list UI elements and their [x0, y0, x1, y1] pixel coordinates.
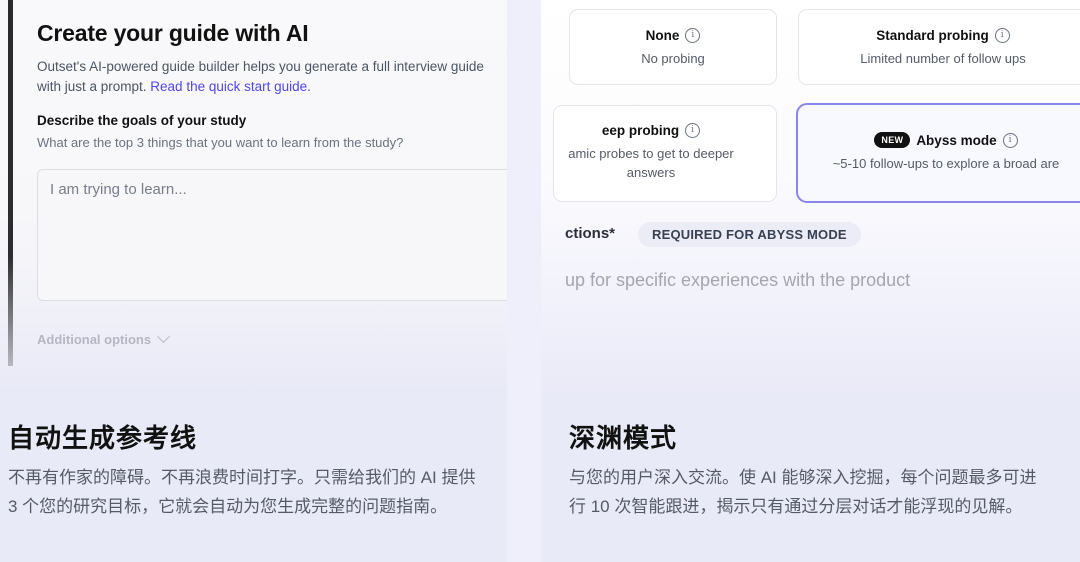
goals-placeholder: I am trying to learn...: [50, 181, 187, 198]
guide-builder-screenshot: Create your guide with AI Outset's AI-po…: [0, 0, 507, 394]
option-title: None: [645, 28, 680, 43]
chevron-down-icon: [157, 330, 170, 344]
probing-options-screenshot: None i No probing Standard probing i Limit…: [541, 0, 1080, 394]
goals-subheading: What are the top 3 things that you want …: [37, 135, 404, 150]
option-title: Abyss mode: [916, 132, 997, 148]
feature-description: 不再有作家的障碍。不再浪费时间打字。只需给我们的 AI 提供 3 个您的研究目标…: [8, 468, 476, 516]
instructions-input[interactable]: up for specific experiences with the pro…: [565, 270, 910, 291]
option-subtitle: ~5-10 follow-ups to explore a broad are: [832, 156, 1060, 171]
accent-bar: [8, 0, 13, 366]
goals-heading: Describe the goals of your study: [37, 113, 247, 128]
additional-options-label: Additional options: [37, 332, 152, 347]
info-icon[interactable]: i: [685, 123, 701, 138]
info-icon[interactable]: i: [994, 28, 1010, 43]
goals-textarea[interactable]: I am trying to learn...: [37, 169, 507, 301]
feature-title: 自动生成参考线: [8, 423, 198, 453]
info-icon[interactable]: i: [685, 28, 701, 43]
guide-description: Outset's AI-powered guide builder helps …: [37, 57, 507, 97]
feature-card-abyss-mode: None i No probing Standard probing i Limit…: [541, 0, 1080, 562]
option-subtitle: No probing: [641, 51, 705, 66]
option-subtitle: amic probes to get to deeper answers: [568, 146, 734, 180]
probing-option-standard[interactable]: Standard probing i Limited number of foll…: [798, 9, 1080, 85]
probing-option-deep[interactable]: eep probing i amic probes to get to deepe…: [553, 105, 777, 202]
required-badge: REQUIRED FOR ABYSS MODE: [638, 222, 861, 247]
probing-option-none[interactable]: None i No probing: [569, 9, 777, 85]
option-title: Standard probing: [876, 28, 989, 43]
option-title: eep probing: [601, 123, 680, 138]
new-badge: NEW: [874, 132, 911, 148]
option-subtitle: Limited number of follow ups: [860, 51, 1026, 66]
feature-title: 深渊模式: [569, 423, 678, 453]
feature-description: 与您的用户深入交流。使 AI 能够深入挖掘，每个问题最多可进行 10 次智能跟进…: [569, 468, 1037, 516]
feature-card-auto-guide: Create your guide with AI Outset's AI-po…: [0, 0, 507, 562]
probing-option-abyss[interactable]: NEW Abyss mode i ~5-10 follow-ups to exp…: [796, 103, 1080, 203]
quick-start-link[interactable]: Read the quick start guide.: [150, 79, 311, 94]
info-icon[interactable]: i: [1002, 132, 1018, 148]
guide-title: Create your guide with AI: [37, 20, 309, 46]
instructions-label: ctions*: [565, 225, 616, 242]
additional-options-toggle[interactable]: Additional options: [37, 330, 170, 347]
